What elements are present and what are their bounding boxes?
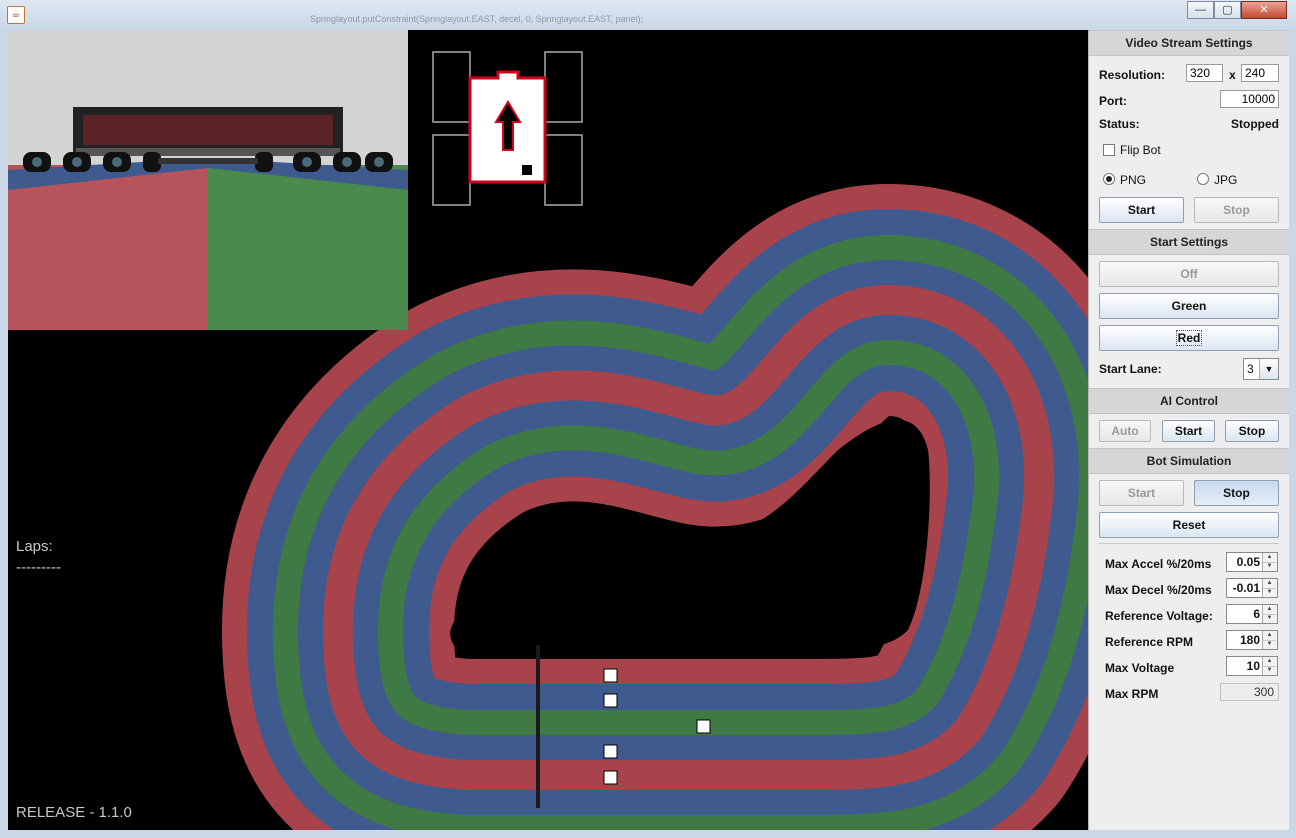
bot-marker [603, 744, 618, 759]
minimize-icon: — [1195, 4, 1206, 16]
resolution-height-input[interactable] [1241, 64, 1279, 82]
bot-marker [603, 668, 618, 683]
ref-rpm-label: Reference RPM [1105, 635, 1194, 649]
light-off-button[interactable]: Off [1099, 261, 1279, 287]
bot-marker [696, 719, 711, 734]
simulation-view: Laps: --------- RELEASE - 1.1.0 [8, 30, 1088, 830]
maximize-icon: ▢ [1222, 4, 1233, 16]
bot-wheel-front-left [432, 51, 471, 123]
sim-start-button[interactable]: Start [1099, 480, 1184, 506]
video-start-button[interactable]: Start [1099, 197, 1184, 223]
window-titlebar: ☕ Springlayout.putConstraint(Springlayou… [0, 0, 1296, 30]
max-voltage-spinner[interactable]: 10 ▲ ▼ [1226, 656, 1278, 676]
ai-auto-button[interactable]: Auto [1099, 420, 1151, 442]
start-settings-header: Start Settings [1089, 229, 1289, 255]
status-label: Status: [1099, 117, 1140, 131]
max-decel-value[interactable]: -0.01 [1227, 579, 1263, 597]
chevron-down-icon: ▼ [1259, 359, 1278, 379]
format-jpg-radio[interactable] [1197, 173, 1209, 185]
start-lane-select[interactable]: 3 ▼ [1243, 358, 1279, 380]
format-jpg-label[interactable]: JPG [1214, 173, 1237, 187]
sim-stop-button[interactable]: Stop [1194, 480, 1279, 506]
bot-sensor [522, 165, 532, 175]
camera-view [8, 30, 408, 330]
max-voltage-value[interactable]: 10 [1227, 657, 1263, 675]
ref-rpm-spinner[interactable]: 180 ▲ ▼ [1226, 630, 1278, 650]
max-rpm-value: 300 [1220, 683, 1279, 701]
spinner-down-icon[interactable]: ▼ [1263, 666, 1276, 675]
format-png-label[interactable]: PNG [1120, 173, 1146, 187]
status-value: Stopped [1231, 117, 1279, 131]
maximize-button[interactable]: ▢ [1214, 1, 1241, 19]
bot-wheel-front-right [544, 51, 583, 123]
ai-stop-button[interactable]: Stop [1225, 420, 1279, 442]
start-lane-label: Start Lane: [1099, 362, 1162, 376]
ref-voltage-value[interactable]: 6 [1227, 605, 1263, 623]
divider [1099, 543, 1279, 544]
close-button[interactable]: ✕ [1241, 1, 1287, 19]
spinner-down-icon[interactable]: ▼ [1263, 562, 1276, 571]
ref-voltage-spinner[interactable]: 6 ▲ ▼ [1226, 604, 1278, 624]
control-panel: Video Stream Settings Resolution: x Port… [1088, 30, 1289, 830]
flip-bot-checkbox[interactable] [1103, 144, 1115, 156]
laps-display: Laps: --------- [16, 536, 61, 578]
max-voltage-label: Max Voltage [1105, 661, 1175, 675]
format-png-radio[interactable] [1103, 173, 1115, 185]
flip-bot-label[interactable]: Flip Bot [1120, 143, 1161, 157]
max-accel-spinner[interactable]: 0.05 ▲ ▼ [1226, 552, 1278, 572]
max-accel-value[interactable]: 0.05 [1227, 553, 1263, 571]
resolution-label: Resolution: [1099, 68, 1165, 82]
spinner-down-icon[interactable]: ▼ [1263, 640, 1276, 649]
minimize-button[interactable]: — [1187, 1, 1214, 19]
bot-simulation-header: Bot Simulation [1089, 448, 1289, 474]
ai-start-button[interactable]: Start [1162, 420, 1215, 442]
light-green-button[interactable]: Green [1099, 293, 1279, 319]
light-red-label: Red [1175, 330, 1203, 346]
spinner-down-icon[interactable]: ▼ [1263, 614, 1276, 623]
laps-value: --------- [16, 559, 61, 576]
max-accel-label: Max Accel %/20ms [1105, 557, 1212, 571]
bot-marker [603, 693, 618, 708]
video-stream-header: Video Stream Settings [1089, 30, 1289, 56]
ai-control-header: AI Control [1089, 388, 1289, 414]
start-lane-value: 3 [1247, 362, 1254, 376]
bot-wheel-rear-left [432, 134, 471, 206]
bot-wheel-rear-right [544, 134, 583, 206]
max-rpm-label: Max RPM [1105, 687, 1159, 701]
resolution-width-input[interactable] [1186, 64, 1223, 82]
max-decel-label: Max Decel %/20ms [1105, 583, 1212, 597]
title-ghost-text: Springlayout.putConstraint(Springlayout.… [310, 14, 644, 24]
port-label: Port: [1099, 94, 1127, 108]
max-decel-spinner[interactable]: -0.01 ▲ ▼ [1226, 578, 1278, 598]
bot-marker [603, 770, 618, 785]
ref-rpm-value[interactable]: 180 [1227, 631, 1263, 649]
port-input[interactable] [1220, 90, 1279, 108]
release-version: RELEASE - 1.1.0 [16, 804, 132, 821]
sim-reset-button[interactable]: Reset [1099, 512, 1279, 538]
spinner-down-icon[interactable]: ▼ [1263, 588, 1276, 597]
java-app-icon: ☕ [7, 6, 25, 24]
resolution-x-label: x [1229, 68, 1236, 82]
laps-label: Laps: [16, 538, 53, 555]
light-red-button[interactable]: Red [1099, 325, 1279, 351]
video-stop-button[interactable]: Stop [1194, 197, 1279, 223]
close-icon: ✕ [1259, 4, 1269, 16]
ref-voltage-label: Reference Voltage: [1105, 609, 1213, 623]
bot-topview [432, 51, 583, 206]
